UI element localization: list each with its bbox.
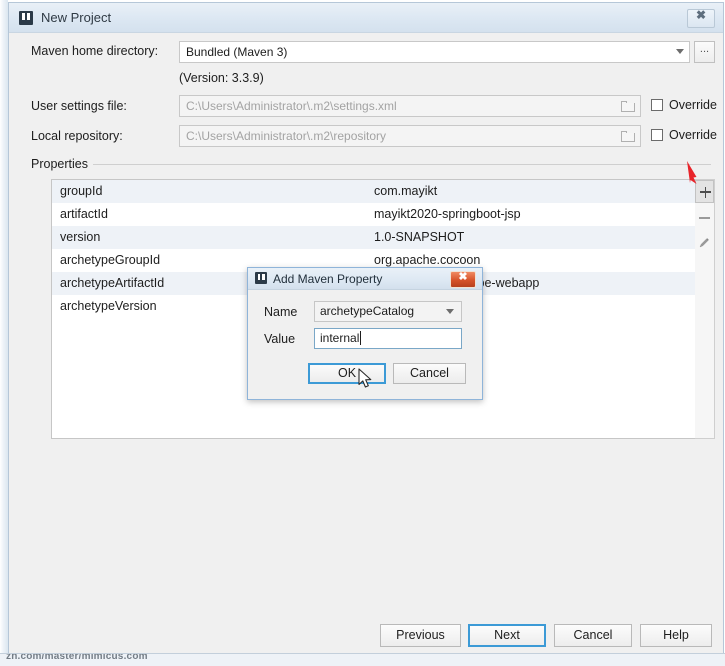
close-icon: ✖ [695, 8, 707, 22]
properties-group-label: Properties [31, 157, 93, 171]
intellij-idea-icon [255, 272, 267, 284]
group-divider [31, 164, 711, 165]
folder-icon[interactable] [621, 101, 635, 112]
name-combobox[interactable]: archetypeCatalog [314, 301, 462, 322]
user-settings-label: User settings file: [31, 99, 127, 113]
maven-home-browse-button[interactable]: ... [694, 41, 715, 63]
local-repository-override-checkbox[interactable]: Override [651, 128, 717, 142]
previous-button[interactable]: Previous [380, 624, 461, 647]
chevron-down-icon[interactable] [446, 309, 454, 314]
close-icon: ✖ [458, 271, 468, 283]
folder-body [621, 133, 635, 142]
table-row[interactable]: version 1.0-SNAPSHOT [52, 226, 710, 249]
background-window-bottom-strip: zh.com/master/mimicus.com [0, 653, 725, 666]
property-key: artifactId [60, 207, 108, 221]
property-key: groupId [60, 184, 103, 198]
table-row[interactable]: groupId com.mayikt [52, 180, 710, 203]
user-settings-input[interactable]: C:\Users\Administrator\.m2\settings.xml [179, 95, 641, 117]
edit-property-button[interactable] [695, 232, 714, 255]
value-field-label: Value [264, 332, 296, 346]
wizard-button-bar: Previous Next Cancel Help [9, 612, 723, 656]
table-row[interactable]: artifactId mayikt2020-springboot-jsp [52, 203, 710, 226]
properties-toolbar [695, 179, 715, 439]
minus-icon [699, 217, 710, 219]
dialog-ok-button[interactable]: OK [308, 363, 386, 384]
add-maven-property-dialog: Add Maven Property ✖ Name archetypeCatal… [247, 267, 483, 400]
property-key: archetypeGroupId [60, 253, 161, 267]
text-caret [360, 331, 361, 345]
user-settings-override-checkbox[interactable]: Override [651, 98, 717, 112]
remove-property-button[interactable] [695, 206, 714, 229]
local-repository-label: Local repository: [31, 129, 123, 143]
chevron-down-icon[interactable] [676, 49, 684, 54]
name-field-label: Name [264, 305, 298, 319]
maven-version-note: (Version: 3.3.9) [179, 71, 264, 85]
pencil-icon [699, 238, 709, 248]
add-property-button[interactable] [695, 180, 714, 203]
cancel-button[interactable]: Cancel [554, 624, 632, 647]
override-label: Override [669, 128, 717, 142]
property-key: archetypeVersion [60, 299, 157, 313]
close-button[interactable]: ✖ [687, 8, 715, 28]
local-repository-input[interactable]: C:\Users\Administrator\.m2\repository [179, 125, 641, 147]
property-key: version [60, 230, 101, 244]
plus-icon-stem [704, 186, 707, 198]
property-value: mayikt2020-springboot-jsp [374, 207, 521, 221]
override-label: Override [669, 98, 717, 112]
checkbox-icon [651, 99, 663, 111]
maven-home-input[interactable]: Bundled (Maven 3) [179, 41, 690, 63]
property-key: archetypeArtifactId [60, 276, 165, 290]
page-title: New Project [41, 10, 112, 25]
maven-home-label: Maven home directory: [31, 44, 159, 58]
help-button[interactable]: Help [640, 624, 712, 647]
intellij-idea-icon [19, 11, 33, 25]
background-window-edge [0, 0, 8, 666]
dialog-title: Add Maven Property [273, 272, 383, 286]
dialog-close-button[interactable]: ✖ [450, 271, 476, 288]
checkbox-icon [651, 129, 663, 141]
dialog-titlebar: Add Maven Property ✖ [248, 268, 482, 290]
folder-icon[interactable] [621, 131, 635, 142]
property-value: 1.0-SNAPSHOT [374, 230, 465, 244]
next-button[interactable]: Next [468, 624, 546, 647]
bottom-fragment-text: zh.com/master/mimicus.com [6, 653, 148, 662]
property-value: com.mayikt [374, 184, 438, 198]
window-titlebar: New Project ✖ [9, 3, 723, 33]
folder-body [621, 103, 635, 112]
value-input[interactable]: internal [314, 328, 462, 349]
dialog-cancel-button[interactable]: Cancel [393, 363, 466, 384]
